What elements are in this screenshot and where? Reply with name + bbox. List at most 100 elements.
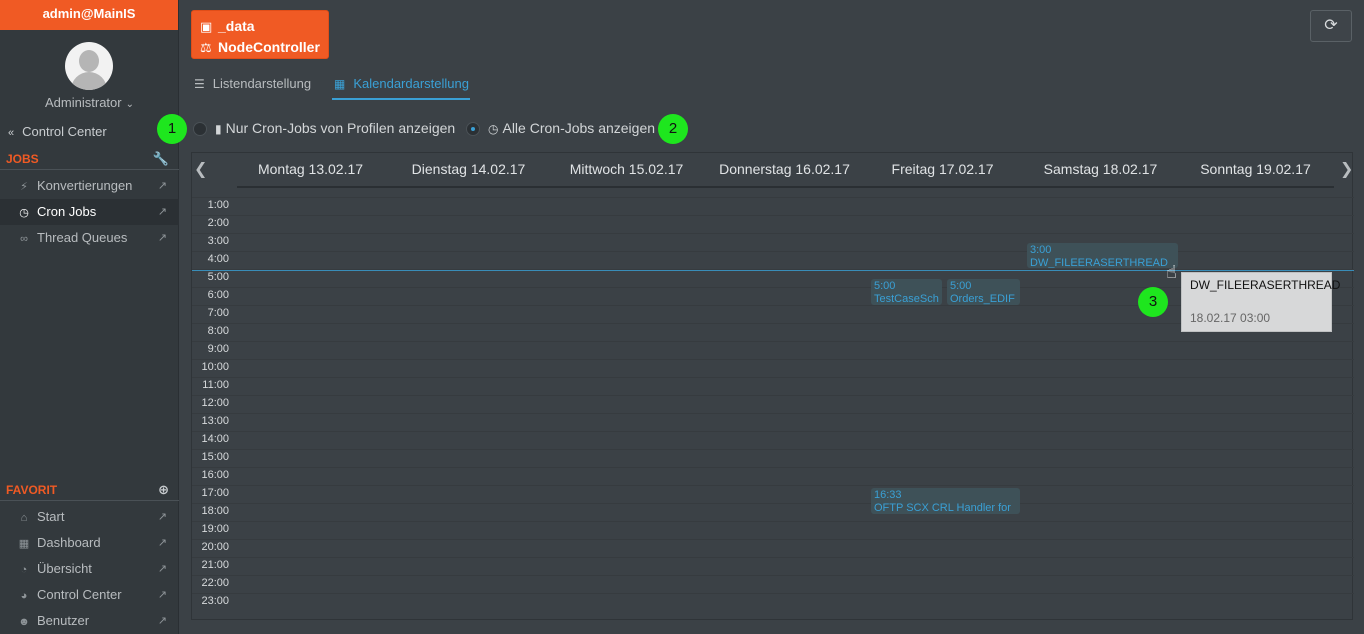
balance-scale-icon: ⚖ (200, 40, 212, 55)
day-header-thu: Donnerstag 16.02.17 (719, 161, 850, 177)
hour-label: 16:00 (201, 469, 229, 481)
hour-label: 8:00 (207, 325, 229, 337)
hour-row: 9:00 (192, 341, 1354, 359)
back-label: Control Center (22, 124, 107, 139)
hour-label: 12:00 (201, 397, 229, 409)
event-testcasesch[interactable]: 5:00 TestCaseSch (871, 279, 942, 305)
hour-row: 12:00 (192, 395, 1354, 413)
avatar-head (79, 50, 99, 72)
filter-option-all[interactable]: ◷ Alle Cron-Jobs anzeigen (488, 120, 655, 136)
chevron-down-icon: ⌄ (125, 99, 134, 110)
header-divider (237, 186, 1334, 188)
day-header-tue: Dienstag 14.02.17 (411, 161, 526, 177)
event-title: OFTP SCX CRL Handler for (874, 502, 1011, 514)
hour-label: 23:00 (201, 595, 229, 607)
chain-icon: ∞ (20, 233, 28, 245)
hour-row: 4:00 (192, 251, 1354, 269)
event-orders-edif[interactable]: 5:00 Orders_EDIF (947, 279, 1020, 305)
hour-row: 6:00 (192, 287, 1354, 305)
sidebar-item-label: Übersicht (37, 561, 92, 576)
sidebar-item-benutzer[interactable]: ☻ Benutzer ↗ (0, 608, 179, 634)
plus-circle-icon[interactable]: ⊕ (158, 479, 169, 501)
prev-week-icon[interactable]: ❮ (194, 159, 207, 179)
external-link-icon[interactable]: ↗ (158, 504, 167, 530)
sidebar-item-label: Konvertierungen (37, 178, 133, 193)
hour-row: 21:00 (192, 557, 1354, 575)
next-week-icon[interactable]: ❯ (1340, 159, 1353, 179)
tab-label: Listendarstellung (212, 76, 312, 91)
hour-label: 22:00 (201, 577, 229, 589)
avatar-body (71, 72, 107, 90)
role-label: Administrator (45, 95, 122, 110)
wrench-icon[interactable]: 🔧 (153, 148, 169, 170)
double-chevron-left-icon: « (8, 127, 15, 139)
hour-row: 15:00 (192, 449, 1354, 467)
sidebar-item-label: Benutzer (37, 613, 90, 628)
external-link-icon[interactable]: ↗ (158, 530, 167, 556)
sidebar-item-konvertierungen[interactable]: ⚡ Konvertierungen ↗ (0, 173, 179, 199)
back-control-center[interactable]: « Control Center (8, 124, 107, 139)
sidebar-item-label: Dashboard (37, 535, 101, 550)
sidebar: admin@MainIS Administrator ⌄ « Control Cen… (0, 0, 179, 634)
hour-row: 10:00 (192, 359, 1354, 377)
hour-label: 9:00 (207, 343, 229, 355)
grid-icon: ▦ (18, 538, 30, 550)
event-time: 5:00 (950, 280, 972, 292)
bolt-icon: ⚡ (20, 181, 28, 193)
sidebar-item-uebersicht[interactable]: ◔ Übersicht ↗ (0, 556, 179, 582)
node-line-1: ▣ _data (200, 16, 320, 37)
hour-row: 2:00 (192, 215, 1354, 233)
sidebar-item-dashboard[interactable]: ▦ Dashboard ↗ (0, 530, 179, 556)
hour-row: 7:00 (192, 305, 1354, 323)
external-link-icon[interactable]: ↗ (158, 582, 167, 608)
day-header-wed: Mittwoch 15.02.17 (569, 161, 684, 177)
hour-row: 13:00 (192, 413, 1354, 431)
cron-filter: 1 ▮ Nur Cron-Jobs von Profilen anzeigen ◷… (157, 114, 700, 144)
jobs-section-title: JOBS (6, 152, 39, 166)
external-link-icon[interactable]: ↗ (158, 225, 167, 251)
sidebar-item-label: Start (37, 509, 65, 524)
event-oftp-scx-crl-handler[interactable]: 16:33 OFTP SCX CRL Handler for (871, 488, 1020, 514)
hour-label: 18:00 (201, 505, 229, 517)
node-controller-button[interactable]: ▣ _data ⚖ NodeController (191, 10, 329, 59)
sidebar-item-start[interactable]: ⌂ Start ↗ (0, 504, 179, 530)
external-link-icon[interactable]: ↗ (158, 199, 167, 225)
radio-all-jobs[interactable] (466, 122, 480, 136)
tab-list-view[interactable]: ☰ Listendarstellung (194, 70, 324, 100)
sidebar-item-cron-jobs[interactable]: ◷ Cron Jobs ↗ (0, 199, 179, 225)
hour-label: 11:00 (202, 379, 229, 391)
sidebar-item-thread-queues[interactable]: ∞ Thread Queues ↗ (0, 225, 179, 251)
annotation-badge-1: 1 (157, 114, 187, 144)
annotation-badge-2: 2 (658, 114, 688, 144)
avatar[interactable] (65, 42, 113, 90)
factory-icon: ▣ (200, 19, 213, 34)
hour-label: 21:00 (201, 559, 229, 571)
hour-row: 14:00 (192, 431, 1354, 449)
hour-row: 1:00 (192, 197, 1354, 215)
filter-option-profile[interactable]: ▮ Nur Cron-Jobs von Profilen anzeigen (215, 120, 455, 136)
tab-calendar-view[interactable]: ▦ Kalendardarstellung (332, 70, 470, 100)
refresh-button[interactable]: ⟳ (1310, 10, 1352, 42)
sidebar-item-label: Cron Jobs (37, 204, 97, 219)
hour-row: 22:00 (192, 575, 1354, 593)
clock-icon: ◷ (19, 207, 29, 219)
hour-row: 3:00 (192, 233, 1354, 251)
sidebar-item-control-center[interactable]: ◕ Control Center ↗ (0, 582, 179, 608)
hour-row: 19:00 (192, 521, 1354, 539)
hour-row: 11:00 (192, 377, 1354, 395)
event-tooltip: DW_FILEERASERTHREAD 18.02.17 03:00 (1181, 272, 1340, 332)
role-dropdown[interactable]: Administrator ⌄ (0, 95, 179, 110)
hour-row: 18:00 (192, 503, 1354, 521)
hour-label: 1:00 (207, 199, 229, 211)
event-dw-fileeraserthread[interactable]: 3:00 DW_FILEERASERTHREAD (1027, 243, 1178, 268)
event-time: 16:33 (874, 489, 902, 501)
calendar-header: ❮ Montag 13.02.17 Dienstag 14.02.17 Mitt… (192, 153, 1354, 188)
external-link-icon[interactable]: ↗ (158, 608, 167, 634)
radio-profile-jobs[interactable] (193, 122, 207, 136)
users-icon: ☻ (18, 616, 30, 628)
favorit-section-header: FAVORIT ⊕ (0, 479, 179, 501)
hour-label: 6:00 (207, 289, 229, 301)
external-link-icon[interactable]: ↗ (158, 173, 167, 199)
external-link-icon[interactable]: ↗ (158, 556, 167, 582)
user-name[interactable]: admin@MainIS (0, 0, 178, 30)
